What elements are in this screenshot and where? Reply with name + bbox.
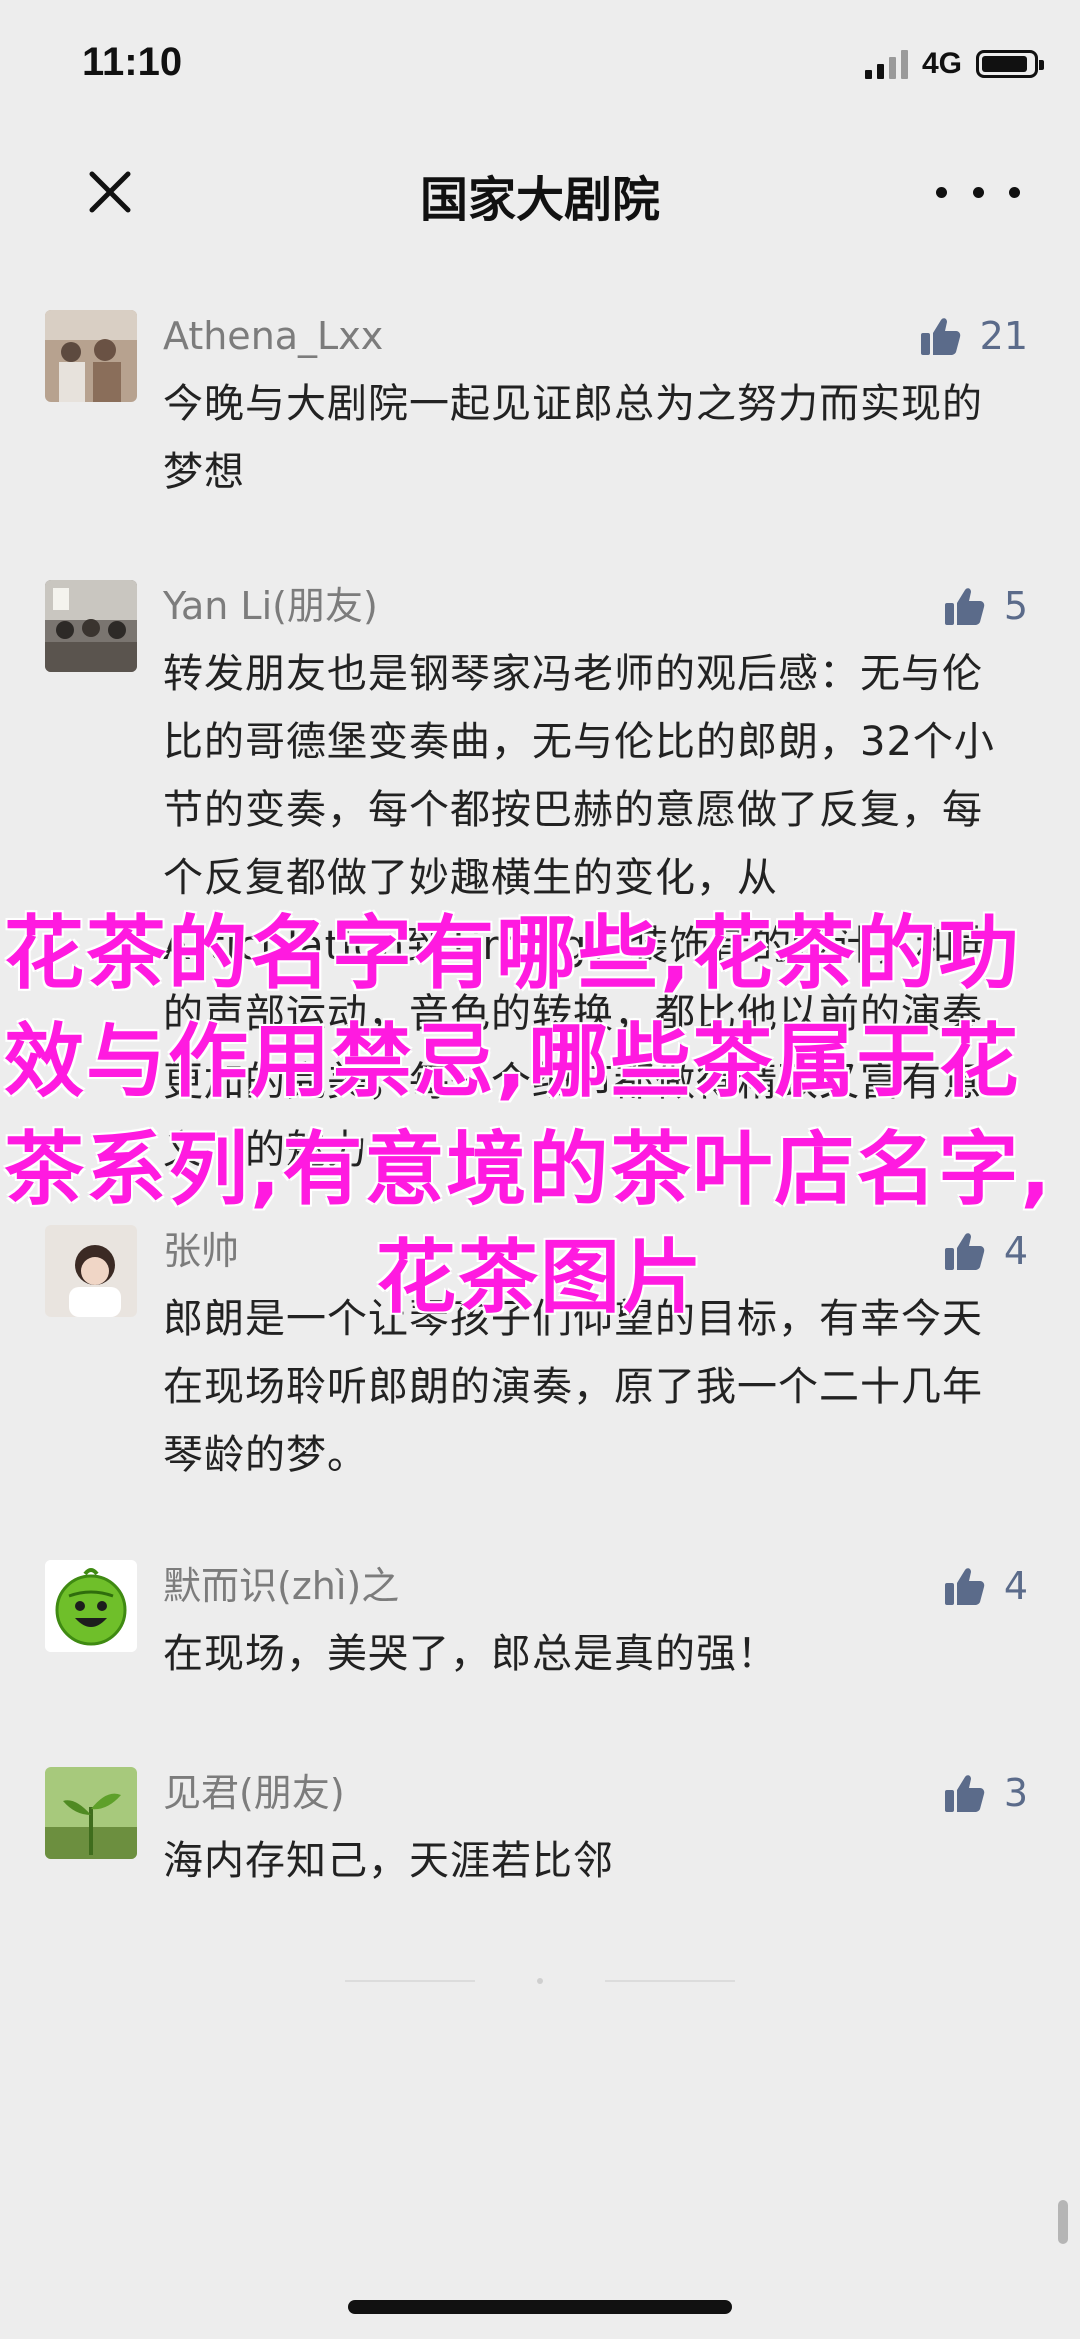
overlay-caption: 花茶的名字有哪些,花茶的功效与作用禁忌,哪些茶属于花茶系列,有意境的茶叶店名字,… <box>4 900 1076 1332</box>
avatar-image-icon <box>45 1767 137 1859</box>
comment-text: 在现场，美哭了，郎总是真的强！ <box>163 1631 778 1677</box>
signal-icon <box>864 49 908 79</box>
network-type: 4G <box>921 47 962 80</box>
avatar-image-icon <box>45 580 137 672</box>
commenter-name[interactable]: Athena_Lxx <box>163 310 383 362</box>
like-button[interactable]: 21 <box>918 310 1028 362</box>
avatar-image-icon <box>45 1560 137 1652</box>
more-button[interactable] <box>936 170 1020 214</box>
status-indicators: 4G <box>864 44 1044 84</box>
like-button[interactable]: 4 <box>942 1560 1028 1612</box>
commenter-name[interactable]: 见君(朋友) <box>163 1767 345 1819</box>
like-count: 5 <box>1003 584 1028 628</box>
overlay-last-line: 花茶图片 <box>376 1231 704 1324</box>
scrollbar[interactable] <box>1058 2200 1068 2244</box>
like-button[interactable]: 3 <box>942 1767 1028 1819</box>
thumbs-up-icon <box>944 1568 985 1605</box>
comment-text: 海内存知己，天涯若比邻 <box>163 1838 614 1884</box>
end-of-list-divider <box>345 1978 735 1984</box>
more-dot-icon <box>936 186 947 198</box>
status-bar: 11:10 4G <box>0 0 1080 130</box>
avatar[interactable] <box>45 580 137 672</box>
battery-icon <box>976 50 1044 78</box>
thumbs-up-icon <box>944 1775 985 1812</box>
commenter-name[interactable]: 默而识(zhì)之 <box>163 1560 399 1612</box>
page-title: 国家大剧院 <box>419 172 660 228</box>
like-count: 21 <box>979 314 1028 358</box>
nav-bar: 国家大剧院 <box>0 130 1080 254</box>
like-count: 4 <box>1003 1564 1028 1608</box>
avatar[interactable] <box>45 310 137 402</box>
commenter-name[interactable]: Yan Li(朋友) <box>163 580 378 632</box>
like-count: 3 <box>1003 1771 1028 1815</box>
status-time: 11:10 <box>82 40 183 84</box>
like-button[interactable]: 5 <box>942 580 1028 632</box>
avatar[interactable] <box>45 1560 137 1652</box>
more-dot-icon <box>972 186 984 198</box>
thumbs-up-icon <box>920 318 960 355</box>
overlay-text: 花茶的名字有哪些,花茶的功效与作用禁忌,哪些茶属于花茶系列,有意境的茶叶店名字, <box>4 907 1053 1216</box>
thumbs-up-icon <box>944 588 985 625</box>
comment-text: 今晚与大剧院一起见证郎总为之努力而实现的梦想 <box>163 381 983 495</box>
more-dot-icon <box>1009 186 1020 198</box>
avatar-image-icon <box>45 310 137 402</box>
avatar[interactable] <box>45 1767 137 1859</box>
home-indicator[interactable] <box>348 2300 732 2314</box>
